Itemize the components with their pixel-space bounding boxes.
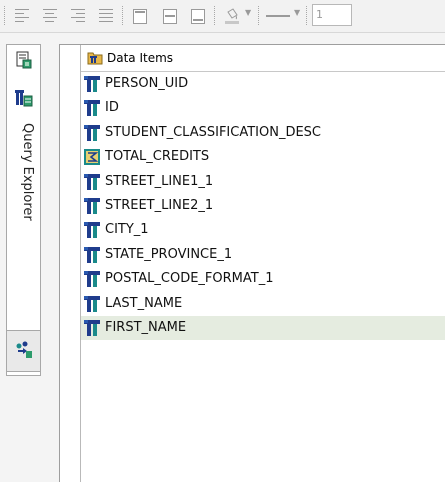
tree-item-label: STREET_LINE1_1 [105,173,214,189]
tree-item-last-name[interactable]: LAST_NAME [81,292,445,316]
tree-item-label: CITY_1 [105,222,149,238]
toolbar-separator [258,6,259,26]
align-left-button[interactable] [14,8,30,24]
tree-item-person-uid[interactable]: PERSON_UID [81,72,445,96]
query-explorer-tab[interactable]: Query Explorer [6,44,41,376]
font-size-value: 1 [316,8,323,21]
align-middle-icon [163,9,177,24]
query-data-icon[interactable] [15,89,33,107]
line-style-dropdown-icon[interactable]: ▼ [294,8,300,17]
toolbar-separator [214,6,215,26]
line-style-icon [266,15,290,17]
data-item-icon [84,271,100,288]
side-tab-strip: Query Explorer [6,44,41,481]
data-item-icon [84,246,100,263]
query-join-icon[interactable] [15,341,33,359]
tree-item-label: FIRST_NAME [105,319,187,335]
tree-item-student-classification-desc[interactable]: STUDENT_CLASSIFICATION_DESC [81,121,445,145]
data-items-header[interactable]: Data Items [81,45,445,72]
align-top-icon [133,9,147,24]
align-top-button[interactable] [132,8,148,24]
align-center-button[interactable] [42,8,58,24]
data-item-icon [84,173,100,190]
query-editor-panel: Data Items PERSON_UID ID STUDENT_CLASSIF… [59,44,445,482]
fill-color-button[interactable] [224,8,240,24]
toolbar-separator [122,6,123,26]
folder-icon [87,52,103,65]
data-items-list: PERSON_UID ID STUDENT_CLASSIFICATION_DES… [81,72,445,341]
tree-item-label: STATE_PROVINCE_1 [105,246,233,262]
formatting-toolbar: ▼ ▼ 1 [0,0,445,33]
tree-item-first-name[interactable]: FIRST_NAME [81,315,445,341]
tree-item-label: ID [105,100,119,116]
fill-color-dropdown-icon[interactable]: ▼ [245,8,251,17]
data-item-icon [84,222,100,239]
align-right-button[interactable] [70,8,86,24]
data-item-icon [84,100,100,117]
align-bottom-button[interactable] [190,8,206,24]
tree-item-street-line2-1[interactable]: STREET_LINE2_1 [81,194,445,218]
data-item-icon [84,295,100,312]
align-middle-button[interactable] [162,8,178,24]
tree-item-street-line1-1[interactable]: STREET_LINE1_1 [81,170,445,194]
query-join-tab[interactable] [6,330,41,372]
align-bottom-icon [191,9,205,24]
tree-item-label: PERSON_UID [105,76,189,91]
data-item-icon [84,319,100,336]
toolbar-grip[interactable] [4,6,5,26]
data-items-tree: Data Items PERSON_UID ID STUDENT_CLASSIF… [80,45,445,482]
tree-item-label: STREET_LINE2_1 [105,197,214,213]
toolbar-separator [306,6,307,26]
paint-bucket-icon [225,8,239,24]
tree-item-state-province-1[interactable]: STATE_PROVINCE_1 [81,243,445,267]
tree-item-label: STUDENT_CLASSIFICATION_DESC [105,124,322,140]
calculated-item-icon [84,149,100,166]
tree-item-id[interactable]: ID [81,96,445,120]
data-item-icon [84,197,100,214]
data-items-label: Data Items [107,51,174,65]
query-explorer-label: Query Explorer [20,123,35,221]
tree-item-label: TOTAL_CREDITS [105,149,210,165]
tree-item-postal-code-format-1[interactable]: POSTAL_CODE_FORMAT_1 [81,267,445,291]
data-item-icon [84,76,100,92]
data-item-icon [84,124,100,141]
tree-item-label: POSTAL_CODE_FORMAT_1 [105,271,274,287]
tree-item-label: LAST_NAME [105,295,183,311]
tree-item-city-1[interactable]: CITY_1 [81,218,445,242]
line-style-button[interactable] [266,8,292,24]
tree-item-total-credits[interactable]: TOTAL_CREDITS [81,145,445,169]
report-page-icon[interactable] [15,51,33,69]
font-size-field[interactable]: 1 [312,4,352,26]
justify-button[interactable] [98,8,114,24]
